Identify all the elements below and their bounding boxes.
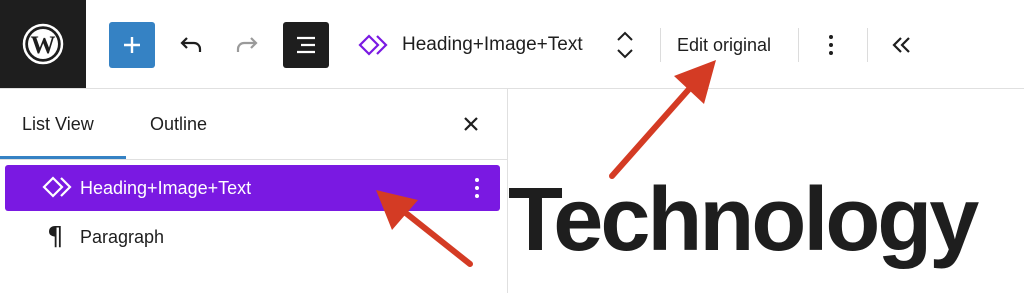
arrow-to-selected-item [376,190,473,267]
annotation-arrows [376,60,716,267]
arrow-to-edit-original [609,60,716,179]
